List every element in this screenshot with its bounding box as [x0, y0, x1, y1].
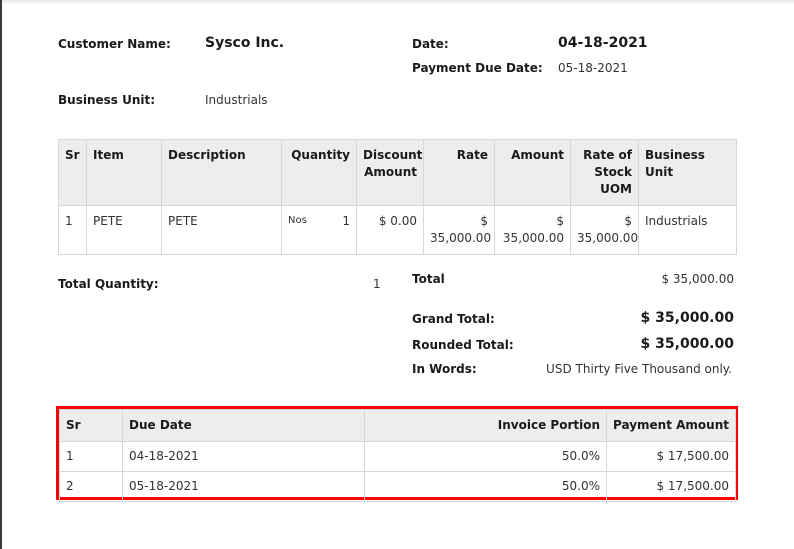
total-value: $ 35,000.00 [661, 272, 734, 286]
col-payment-amount: Payment Amount [606, 409, 736, 442]
cell-amount: $ 35,000.00 [494, 205, 571, 255]
page-top-shadow [2, 0, 794, 5]
payment-due-date-value: 05-18-2021 [558, 61, 628, 75]
grand-total-label: Grand Total: [412, 312, 495, 326]
payment-due-date-label: Payment Due Date: [412, 61, 543, 75]
col-invoice-portion: Invoice Portion [364, 409, 607, 442]
business-unit-label: Business Unit: [58, 93, 156, 107]
cell-discount-amount: $ 0.00 [356, 205, 424, 255]
cell-description: PETE [161, 205, 282, 255]
cell-rate: $ 35,000.00 [423, 205, 495, 255]
total-quantity-label: Total Quantity: [58, 277, 159, 291]
cell-business-unit: Industrials [638, 205, 737, 255]
col-item: Item [86, 139, 162, 206]
in-words-label: In Words: [412, 362, 477, 376]
table-row: 1 PETE PETE Nos 1 $ 0.00 $ 35,000.00 $ 3… [58, 205, 737, 255]
col-rate-stock-uom: Rate of Stock UOM [570, 139, 639, 206]
cell-uom: Nos [288, 215, 307, 226]
cell-sr: 2 [59, 471, 123, 502]
in-words-value: USD Thirty Five Thousand only. [546, 362, 732, 376]
schedule-header-row: Sr Due Date Invoice Portion Payment Amou… [59, 409, 736, 442]
total-label: Total [412, 272, 445, 286]
cell-due-date: 04-18-2021 [122, 441, 365, 472]
table-row: 2 05-18-2021 50.0% $ 17,500.00 [59, 471, 736, 502]
cell-item: PETE [86, 205, 162, 255]
cell-quantity: Nos 1 [281, 205, 357, 255]
table-row: 1 04-18-2021 50.0% $ 17,500.00 [59, 441, 736, 472]
date-label: Date: [412, 37, 449, 51]
col-amount: Amount [494, 139, 571, 206]
col-sr: Sr [59, 409, 123, 442]
cell-due-date: 05-18-2021 [122, 471, 365, 502]
col-due-date: Due Date [122, 409, 365, 442]
cell-rate-stock-uom: $ 35,000.00 [570, 205, 639, 255]
col-description: Description [161, 139, 282, 206]
customer-name-value: Sysco Inc. [205, 35, 285, 51]
col-quantity: Quantity [281, 139, 357, 206]
grand-total-value: $ 35,000.00 [640, 310, 734, 326]
date-value: 04-18-2021 [558, 35, 648, 51]
window-left-border [0, 0, 2, 549]
cell-sr: 1 [59, 441, 123, 472]
cell-invoice-portion: 50.0% [364, 441, 607, 472]
col-discount-amount: Discount Amount [356, 139, 424, 206]
payment-schedule-table: Sr Due Date Invoice Portion Payment Amou… [59, 409, 736, 502]
rounded-total-value: $ 35,000.00 [640, 336, 734, 352]
col-sr: Sr [58, 139, 87, 206]
items-header-row: Sr Item Description Quantity Discount Am… [58, 139, 737, 206]
cell-sr: 1 [58, 205, 87, 255]
cell-invoice-portion: 50.0% [364, 471, 607, 502]
cell-quantity-value: 1 [342, 214, 350, 228]
cell-payment-amount: $ 17,500.00 [606, 471, 736, 502]
col-business-unit: Business Unit [638, 139, 737, 206]
total-quantity-value: 1 [373, 277, 381, 291]
customer-name-label: Customer Name: [58, 37, 171, 51]
col-rate: Rate [423, 139, 495, 206]
cell-payment-amount: $ 17,500.00 [606, 441, 736, 472]
items-table: Sr Item Description Quantity Discount Am… [58, 139, 737, 255]
rounded-total-label: Rounded Total: [412, 338, 514, 352]
business-unit-value: Industrials [205, 93, 268, 107]
